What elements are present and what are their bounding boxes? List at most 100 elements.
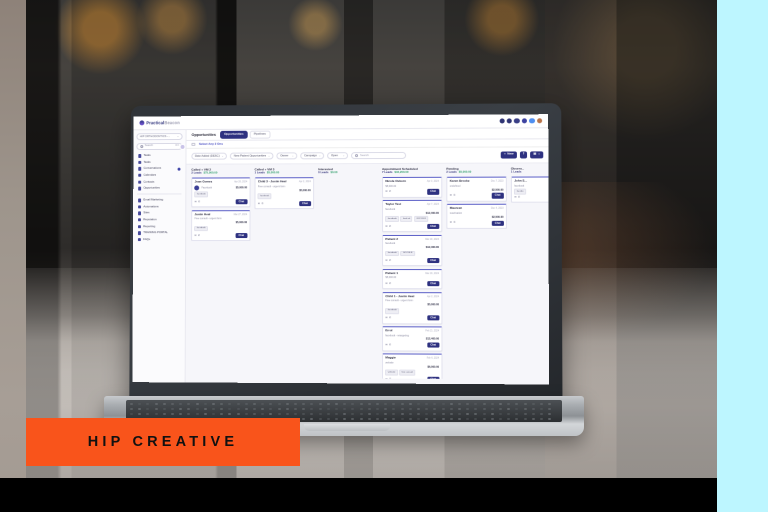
- help-circle-icon[interactable]: [499, 118, 504, 123]
- card-tag[interactable]: facebook: [195, 192, 209, 198]
- card-tag[interactable]: website: [385, 370, 397, 376]
- opportunity-card[interactable]: Child 1 - Justin Heal Apr 2, 2024 Free con…: [382, 292, 442, 324]
- card-chat-button[interactable]: Chat: [492, 220, 504, 225]
- message-icon[interactable]: ✉: [514, 196, 516, 199]
- card-tag[interactable]: GOOGLE: [414, 216, 428, 222]
- message-icon[interactable]: ✉: [450, 221, 452, 224]
- phone-icon[interactable]: ✆: [518, 196, 520, 199]
- sidebar-item-reputation[interactable]: Reputation: [136, 217, 182, 223]
- sidebar-item-conversations[interactable]: Conversations: [136, 166, 182, 172]
- card-chat-button[interactable]: Chat: [427, 224, 439, 229]
- opportunity-card[interactable]: Child 3 - Justin Heal Apr 2, 2024 Free con…: [254, 178, 314, 210]
- chevron-down-icon: ⌄: [343, 154, 345, 157]
- phone-icon[interactable]: ✆: [389, 378, 391, 379]
- owner-filter[interactable]: Owner ⌄: [277, 152, 298, 160]
- opportunity-card[interactable]: Taylor Test Apr 7, 2024 facebook $12,400.00…: [382, 200, 442, 232]
- card-chat-button[interactable]: Chat: [492, 193, 504, 198]
- tab-pipelines[interactable]: Pipelines: [250, 130, 270, 139]
- opportunity-card[interactable]: Maureen Dec 4, 2023 reactivation $2,500.00 ✉…: [446, 204, 507, 229]
- sidebar-item-email-marketing[interactable]: Email Marketing: [136, 197, 182, 203]
- card-tag[interactable]: facebook: [385, 216, 399, 222]
- opportunity-card[interactable]: Nicole Osborn Apr 3, 2024 $5,000.00 ✉ ✆ Chat: [382, 177, 442, 198]
- phone-icon[interactable]: ✆: [198, 200, 200, 203]
- import-button[interactable]: ⤒: [520, 151, 527, 159]
- phone-icon[interactable]: ✆: [261, 202, 263, 205]
- sidebar-item-calendars[interactable]: Calendars: [136, 172, 182, 178]
- sort-filter[interactable]: Date Added (DESC) ⌄: [191, 152, 227, 160]
- message-icon[interactable]: ✉: [385, 316, 387, 319]
- phone-icon[interactable]: ✆: [453, 194, 455, 197]
- card-chat-button[interactable]: Chat: [427, 377, 439, 379]
- new-opportunity-button[interactable]: + New: [500, 151, 516, 159]
- opportunity-card[interactable]: Justin Heal Mar 27, 2024 Free consult - ur…: [191, 210, 250, 242]
- tab-opportunities[interactable]: Opportunities: [220, 130, 248, 139]
- card-chat-button[interactable]: Chat: [299, 201, 311, 206]
- card-tag[interactable]: free consult: [399, 370, 415, 376]
- card-tag[interactable]: lead ad: [401, 216, 413, 222]
- phone-icon[interactable]: ✆: [389, 225, 391, 228]
- message-icon[interactable]: ✉: [385, 225, 387, 228]
- message-icon[interactable]: ✉: [385, 190, 387, 193]
- card-chat-button[interactable]: Chat: [427, 281, 439, 286]
- card-chat-button[interactable]: Chat: [427, 258, 439, 263]
- card-chat-button[interactable]: Chat: [427, 189, 439, 194]
- card-tag[interactable]: facebook: [194, 226, 208, 232]
- card-chat-button[interactable]: Chat: [427, 343, 439, 348]
- sidebar-item-opportunities[interactable]: Opportunities: [136, 185, 182, 191]
- message-icon[interactable]: ✉: [385, 344, 387, 347]
- board-search-input[interactable]: Search: [351, 151, 406, 159]
- sidebar-item-tasks-1[interactable]: Tasks: [136, 153, 182, 159]
- card-tag[interactable]: facebook: [385, 308, 399, 314]
- phone-icon[interactable]: ✆: [389, 282, 391, 285]
- opportunity-card[interactable]: Maggie Feb 6, 2024 website $6,000.00 website…: [382, 354, 442, 379]
- card-tag[interactable]: facebook: [385, 251, 399, 257]
- card-tag[interactable]: GOOGLE: [401, 251, 415, 257]
- sidebar-item-reporting[interactable]: Reporting: [136, 224, 182, 230]
- clock-icon[interactable]: [507, 118, 512, 123]
- message-icon[interactable]: ✉: [385, 378, 387, 379]
- sidebar-item-sites[interactable]: Sites: [136, 210, 182, 216]
- opportunity-card[interactable]: Errol Feb 21, 2024 facebook - retargeting $…: [382, 326, 442, 351]
- account-selector[interactable]: HIP ORTHODONTICS -... ⌄: [136, 133, 182, 140]
- pipeline-filter[interactable]: New Patient Opportunities ⌄: [230, 152, 273, 160]
- phone-icon[interactable]: ✆: [389, 344, 391, 347]
- select-addons-link[interactable]: Select Any 2 Ons: [199, 142, 223, 146]
- phone-icon[interactable]: ✆: [389, 190, 391, 193]
- card-chat-button[interactable]: Chat: [236, 199, 247, 204]
- phone-icon[interactable]: ✆: [198, 234, 200, 237]
- kanban-board[interactable]: Called + VM 22 Leads $75,000.00 Joan Gomez…: [186, 163, 549, 385]
- sidebar-item-faqs[interactable]: FAQs: [136, 237, 182, 243]
- campaign-filter[interactable]: Campaign ⌄: [301, 152, 325, 160]
- select-all-checkbox[interactable]: [191, 143, 195, 147]
- sidebar-item-automations[interactable]: Automations: [136, 204, 182, 210]
- message-icon[interactable]: ✉: [258, 202, 260, 205]
- opportunity-card[interactable]: Patient 2 Mar 19, 2024 facebook $12,400.00 f…: [382, 235, 442, 267]
- export-button[interactable]: ▤ ⌄: [530, 151, 543, 159]
- message-icon[interactable]: ✉: [450, 194, 452, 197]
- opportunity-card[interactable]: Karen Brooke Dec 7, 2023 undefined $2,500.0…: [446, 177, 507, 202]
- phone-icon[interactable]: ✆: [453, 221, 455, 224]
- user-avatar-icon[interactable]: [537, 118, 542, 123]
- sidebar-item-tasks-2[interactable]: Tasks: [136, 159, 182, 165]
- message-icon[interactable]: ✉: [385, 282, 387, 285]
- message-icon[interactable]: ✉: [195, 200, 197, 203]
- lightning-icon[interactable]: [514, 118, 519, 123]
- message-icon[interactable]: ✉: [385, 259, 387, 262]
- sidebar-item-contacts[interactable]: Contacts: [136, 179, 182, 185]
- status-filter[interactable]: Open ⌄: [328, 152, 349, 160]
- phone-icon[interactable]: ✆: [389, 259, 391, 262]
- opportunity-card[interactable]: John S... facebook facebo ✉ ✆: [511, 177, 549, 203]
- avatar[interactable]: [180, 144, 186, 150]
- card-chat-button[interactable]: Chat: [236, 233, 247, 238]
- message-icon[interactable]: ✉: [194, 234, 196, 237]
- search-input[interactable]: Search ⌘K: [136, 142, 182, 149]
- phone-icon[interactable]: ✆: [389, 316, 391, 319]
- apps-icon[interactable]: [529, 118, 534, 123]
- card-tag[interactable]: facebo: [514, 189, 526, 195]
- opportunity-card[interactable]: Joan Gomez Apr 26, 2024 Facebook $5,000.00 f…: [191, 178, 250, 208]
- card-chat-button[interactable]: Chat: [427, 315, 439, 320]
- refresh-icon[interactable]: [522, 118, 527, 123]
- card-tag[interactable]: facebook: [258, 193, 272, 199]
- opportunity-card[interactable]: Patient 1 Mar 19, 2024 $5,000.00 ✉ ✆ Chat: [382, 269, 442, 290]
- sidebar-item-training-portal[interactable]: TRAINING PORTAL: [136, 230, 182, 236]
